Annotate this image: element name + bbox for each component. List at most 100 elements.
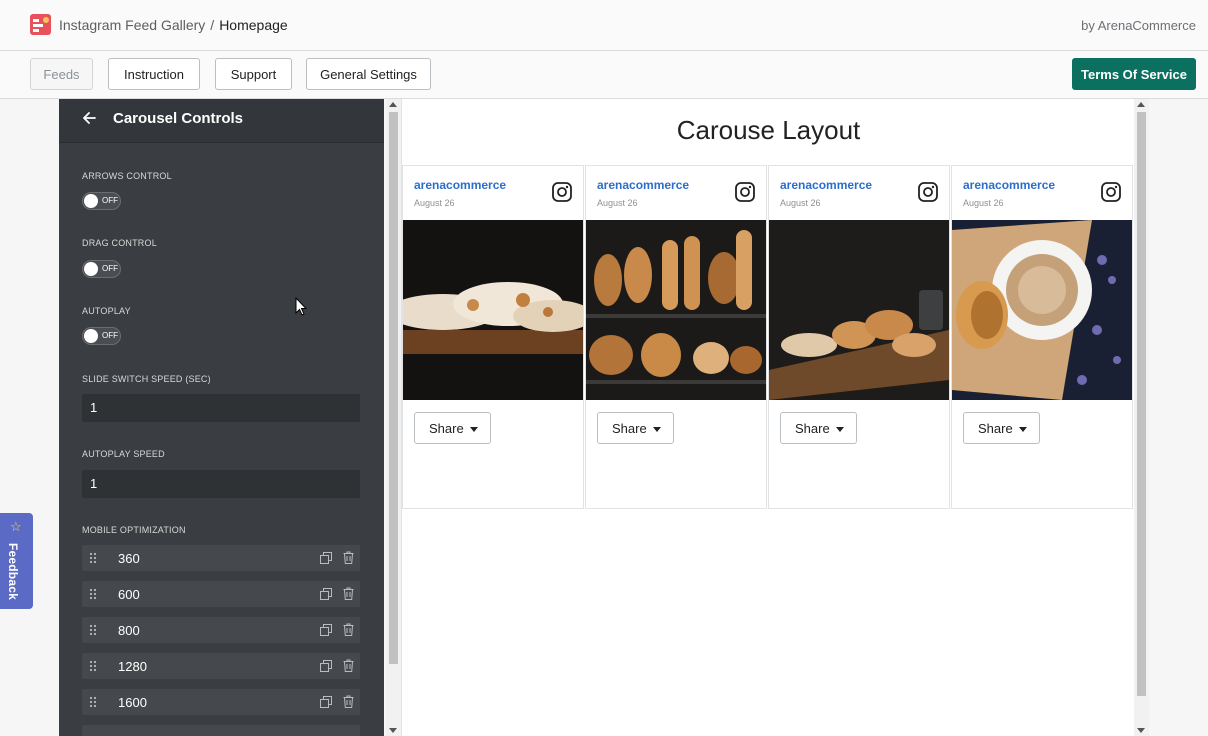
- breakpoint-row: 600: [82, 581, 360, 607]
- breakpoint-row: 1280: [82, 653, 360, 679]
- terms-of-service-button[interactable]: Terms Of Service: [1072, 58, 1196, 90]
- bread-rolls-photo[interactable]: [769, 220, 949, 400]
- duplicate-icon[interactable]: [320, 660, 332, 672]
- drag-handle-icon[interactable]: [89, 624, 97, 636]
- scroll-down-arrow[interactable]: [389, 728, 397, 733]
- share-dropdown[interactable]: Share: [597, 412, 674, 444]
- caret-down-icon: [836, 427, 844, 432]
- duplicate-icon[interactable]: [320, 552, 332, 564]
- breakpoint-value: 360: [118, 551, 140, 566]
- toggle-knob: [84, 194, 98, 208]
- breadcrumb-app[interactable]: Instagram Feed Gallery: [59, 17, 205, 33]
- sidebar-scrollbar[interactable]: [386, 99, 401, 736]
- breadcrumb: Instagram Feed Gallery / Homepage: [59, 17, 288, 33]
- feed-card: arenacommerce August 26 Share: [768, 165, 950, 509]
- caret-down-icon: [470, 427, 478, 432]
- autoplay-speed-input[interactable]: 1: [82, 470, 360, 498]
- breakpoint-row: 360: [82, 545, 360, 571]
- delete-icon[interactable]: [343, 587, 354, 600]
- share-label: Share: [978, 421, 1013, 436]
- delete-icon[interactable]: [343, 659, 354, 672]
- duplicate-icon[interactable]: [320, 696, 332, 708]
- app-header: Instagram Feed Gallery / Homepage by Arena…: [0, 0, 1208, 51]
- instagram-icon[interactable]: [918, 182, 938, 202]
- scroll-up-arrow[interactable]: [389, 102, 397, 107]
- preview-panel: Carouse Layout arenacommerce August 26 Sha…: [401, 99, 1134, 736]
- drag-handle-icon[interactable]: [89, 552, 97, 564]
- drag-handle-icon[interactable]: [89, 660, 97, 672]
- share-label: Share: [429, 421, 464, 436]
- caret-down-icon: [1019, 427, 1027, 432]
- username-link[interactable]: arenacommerce: [963, 178, 1055, 192]
- back-arrow-icon[interactable]: [81, 110, 97, 126]
- share-label: Share: [795, 421, 830, 436]
- scroll-up-arrow[interactable]: [1137, 102, 1145, 107]
- drag-handle-icon[interactable]: [89, 588, 97, 600]
- breadcrumb-separator: /: [210, 17, 215, 33]
- breakpoint-row: 1600: [82, 689, 360, 715]
- share-dropdown[interactable]: Share: [963, 412, 1040, 444]
- share-dropdown[interactable]: Share: [414, 412, 491, 444]
- caret-down-icon: [653, 427, 661, 432]
- username-link[interactable]: arenacommerce: [597, 178, 689, 192]
- sidebar-title: Carousel Controls: [113, 110, 244, 127]
- scroll-thumb[interactable]: [389, 112, 398, 664]
- username-link[interactable]: arenacommerce: [414, 178, 506, 192]
- bakery-shelf-photo[interactable]: [586, 220, 766, 400]
- feedback-label: Feedback: [6, 543, 20, 600]
- feedback-tab[interactable]: ☆ Feedback: [0, 513, 33, 609]
- preview-scrollbar[interactable]: [1134, 99, 1149, 736]
- instagram-icon[interactable]: [735, 182, 755, 202]
- arrows-control-toggle[interactable]: OFF: [82, 192, 121, 210]
- delete-icon[interactable]: [343, 551, 354, 564]
- breakpoint-value: 600: [118, 587, 140, 602]
- feed-card: arenacommerce August 26 Share: [585, 165, 767, 509]
- duplicate-icon[interactable]: [320, 588, 332, 600]
- instagram-icon[interactable]: [552, 182, 572, 202]
- post-date: August 26: [597, 198, 638, 208]
- star-icon: ☆: [10, 519, 22, 534]
- username-link[interactable]: arenacommerce: [780, 178, 872, 192]
- left-gutter: [0, 99, 59, 736]
- delete-icon[interactable]: [343, 695, 354, 708]
- slide-speed-label: SLIDE SWITCH SPEED (SEC): [82, 374, 211, 384]
- toggle-state: OFF: [102, 196, 118, 205]
- breakpoint-value: 1600: [118, 695, 147, 710]
- flatbread-photo[interactable]: [403, 220, 583, 400]
- post-date: August 26: [780, 198, 821, 208]
- breakpoint-value: 1280: [118, 659, 147, 674]
- instruction-button[interactable]: Instruction: [108, 58, 200, 90]
- instagram-icon[interactable]: [1101, 182, 1121, 202]
- breadcrumb-page: Homepage: [219, 17, 288, 33]
- slide-speed-input[interactable]: 1: [82, 394, 360, 422]
- support-button[interactable]: Support: [215, 58, 292, 90]
- breakpoint-row: 800: [82, 617, 360, 643]
- general-settings-button[interactable]: General Settings: [306, 58, 431, 90]
- share-dropdown[interactable]: Share: [780, 412, 857, 444]
- app-logo-icon: [30, 14, 51, 35]
- drag-control-toggle[interactable]: OFF: [82, 260, 121, 278]
- arrows-control-label: ARROWS CONTROL: [82, 171, 172, 181]
- duplicate-icon[interactable]: [320, 624, 332, 636]
- post-date: August 26: [963, 198, 1004, 208]
- autoplay-toggle[interactable]: OFF: [82, 327, 121, 345]
- feed-card: arenacommerce August 26 Share: [402, 165, 584, 509]
- scroll-down-arrow[interactable]: [1137, 728, 1145, 733]
- settings-sidebar: Carousel Controls ARROWS CONTROL OFF DRA…: [59, 99, 384, 736]
- post-date: August 26: [414, 198, 455, 208]
- breakpoint-row-partial: [82, 725, 360, 736]
- layout-title: Carouse Layout: [676, 115, 861, 145]
- scroll-thumb[interactable]: [1137, 112, 1146, 696]
- autoplay-speed-label: AUTOPLAY SPEED: [82, 449, 165, 459]
- drag-control-label: DRAG CONTROL: [82, 238, 157, 248]
- toggle-knob: [84, 262, 98, 276]
- mobile-optimization-label: MOBILE OPTIMIZATION: [82, 525, 186, 535]
- share-label: Share: [612, 421, 647, 436]
- sidebar-header: Carousel Controls: [59, 99, 384, 143]
- drag-handle-icon[interactable]: [89, 696, 97, 708]
- feeds-button[interactable]: Feeds: [30, 58, 93, 90]
- delete-icon[interactable]: [343, 623, 354, 636]
- coffee-croissant-photo[interactable]: [952, 220, 1132, 400]
- autoplay-label: AUTOPLAY: [82, 306, 131, 316]
- nav-bar: Feeds Instruction Support General Settin…: [0, 51, 1208, 99]
